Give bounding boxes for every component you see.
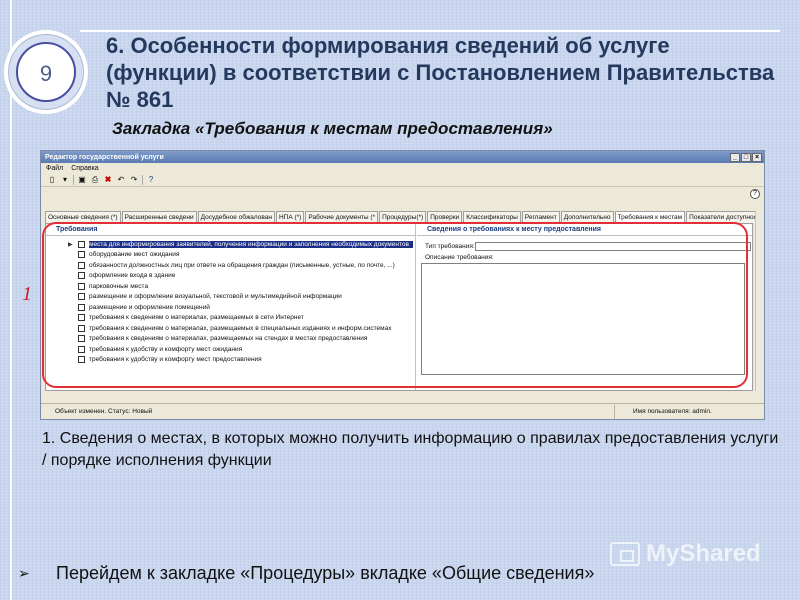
menu-file[interactable]: Файл: [46, 165, 63, 172]
status-bar: Объект изменен. Статус: Новый Имя пользо…: [41, 403, 764, 419]
maximize-button[interactable]: □: [741, 152, 751, 162]
minimize-button[interactable]: _: [730, 152, 740, 162]
arrow-bullet-icon: ➢: [18, 565, 30, 581]
annotation-number: 1: [22, 283, 32, 305]
delete-icon[interactable]: ✖: [103, 175, 113, 185]
help-button[interactable]: ?: [750, 189, 760, 199]
undo-icon[interactable]: ↶: [116, 175, 126, 185]
toolbar-separator: [142, 174, 143, 185]
footer-text: Перейдем к закладке «Процедуры» вкладке …: [56, 563, 595, 583]
open-icon[interactable]: ▾: [60, 175, 70, 185]
slide-title: 6. Особенности формирования сведений об …: [106, 33, 775, 112]
window-title: Редактор государственной услуги: [45, 153, 164, 161]
redo-icon[interactable]: ↷: [129, 175, 139, 185]
new-icon[interactable]: ▯: [47, 175, 57, 185]
slide-number-ring: 9: [16, 42, 76, 102]
print-icon[interactable]: ⎙: [90, 175, 100, 185]
help-row: ?: [41, 187, 764, 201]
window-titlebar: Редактор государственной услуги _ □ ×: [41, 151, 764, 163]
menu-help[interactable]: Справка: [71, 165, 98, 172]
toolbar: ▯ ▾ ▣ ⎙ ✖ ↶ ↷ ?: [41, 173, 764, 187]
vertical-scrollbar[interactable]: [755, 211, 763, 391]
status-message: Объект изменен. Статус: Новый: [55, 408, 153, 415]
slide-number: 9: [39, 61, 53, 86]
save-icon[interactable]: ▣: [77, 175, 87, 185]
slide-number-badge: 9: [4, 30, 88, 114]
close-button[interactable]: ×: [752, 152, 762, 162]
menu-bar: Файл Справка: [41, 163, 764, 173]
slide-caption: 1. Сведения о местах, в которых можно по…: [42, 430, 779, 469]
slide-subtitle: Закладка «Требования к местам предоставл…: [112, 119, 553, 138]
highlight-frame: [42, 222, 748, 388]
toolbar-separator: [73, 174, 74, 185]
slide-footer: ➢ Перейдем к закладке «Процедуры» вкладк…: [18, 563, 778, 584]
help-icon[interactable]: ?: [146, 175, 156, 185]
status-user: Имя пользователя: admin.: [614, 404, 764, 419]
